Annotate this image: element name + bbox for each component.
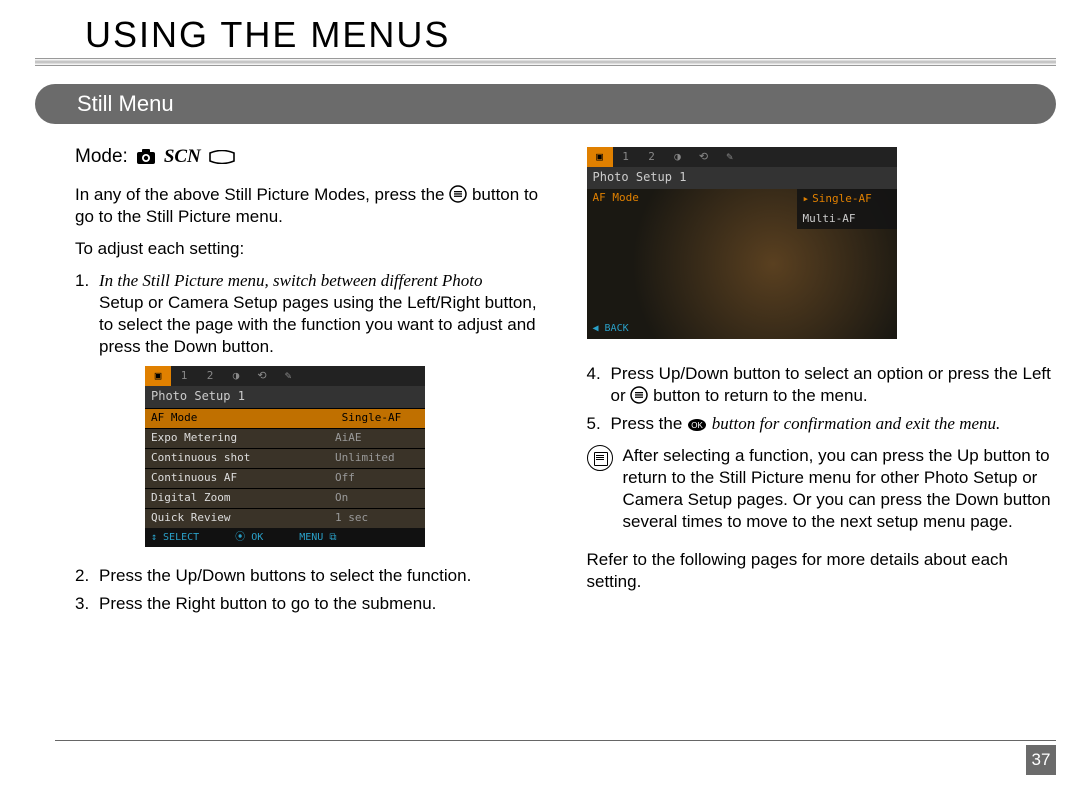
lcd2-tabs: ▣ 1 2 ◑ ⟲ ✎ <box>587 147 897 167</box>
content-columns: Mode: SCN In any of the above Still Pict… <box>75 145 1056 725</box>
step-1-italic: In the Still Picture menu, switch betwee… <box>99 271 483 290</box>
adjust-intro: To adjust each setting: <box>75 238 545 260</box>
lcd1-foot-menu: MENU ⧉ <box>299 531 336 544</box>
refer-text: Refer to the following pages for more de… <box>587 549 1057 593</box>
section-subheader: Still Menu <box>35 84 1056 124</box>
lcd1-tab-set3-icon: ✎ <box>275 366 301 386</box>
lcd-screenshot-1: ▣ 1 2 ◑ ⟲ ✎ Photo Setup 1 AF Mode▸Single… <box>145 366 425 547</box>
lcd1-tab-1: 1 <box>171 366 197 386</box>
lcd1-row: AF Mode▸Single-AF <box>145 408 425 428</box>
footer-rule <box>55 740 1056 741</box>
lcd2-title: Photo Setup 1 <box>587 167 897 189</box>
menu-button-icon <box>449 185 467 203</box>
step-4-text-b: button to return to the menu. <box>653 386 868 405</box>
lcd1-tab-set1-icon: ◑ <box>223 366 249 386</box>
lcd1-tab-camera-icon: ▣ <box>145 366 171 386</box>
lcd1-tab-2: 2 <box>197 366 223 386</box>
left-column: Mode: SCN In any of the above Still Pict… <box>75 145 545 725</box>
lcd-screenshot-2: ▣ 1 2 ◑ ⟲ ✎ Photo Setup 1 AF Mode ▸Singl… <box>587 147 897 339</box>
lcd2-submenu: ▸Single-AFMulti-AF <box>797 189 897 230</box>
intro-text-a: In any of the above Still Picture Modes,… <box>75 185 444 204</box>
lcd1-tab-set2-icon: ⟲ <box>249 366 275 386</box>
mode-line: Mode: SCN <box>75 145 545 170</box>
lcd1-row: Continuous AFOff <box>145 468 425 488</box>
lcd2-tab-set2-icon: ⟲ <box>691 147 717 167</box>
lcd2-tab-set1-icon: ◑ <box>665 147 691 167</box>
note-text: After selecting a function, you can pres… <box>623 445 1057 533</box>
lcd1-row: Quick Review1 sec <box>145 508 425 528</box>
lcd1-row: Continuous shotUnlimited <box>145 448 425 468</box>
lcd2-option: ▸Single-AF <box>797 189 897 209</box>
lcd2-body: AF Mode ▸Single-AFMulti-AF ◀ BACK <box>587 189 897 339</box>
page-title: USING THE MENUS <box>35 10 470 60</box>
camera-icon <box>136 149 156 165</box>
lcd2-tab-set3-icon: ✎ <box>717 147 743 167</box>
lcd1-tabs: ▣ 1 2 ◑ ⟲ ✎ <box>145 366 425 386</box>
step-1-rest: Setup or Camera Setup pages using the Le… <box>99 293 537 356</box>
right-column: ▣ 1 2 ◑ ⟲ ✎ Photo Setup 1 AF Mode ▸Singl… <box>587 145 1057 725</box>
step-1-num: 1. <box>75 270 99 358</box>
lcd2-tab-1: 1 <box>613 147 639 167</box>
lcd1-foot-select: ↕ SELECT <box>151 531 199 544</box>
menu-button-icon <box>630 386 648 404</box>
note-block: After selecting a function, you can pres… <box>587 445 1057 533</box>
step-3-num: 3. <box>75 593 99 615</box>
step-4-num: 4. <box>587 363 611 407</box>
lcd2-back: ◀ BACK <box>593 322 629 335</box>
lcd2-tab-camera-icon: ▣ <box>587 147 613 167</box>
mode-scn-label: SCN <box>164 145 201 170</box>
lcd1-footer: ↕ SELECT ⦿ OK MENU ⧉ <box>145 528 425 547</box>
lcd1-row: Digital ZoomOn <box>145 488 425 508</box>
lcd2-selected-key: AF Mode <box>593 191 639 205</box>
ok-button-icon: OK <box>687 418 707 432</box>
intro-paragraph: In any of the above Still Picture Modes,… <box>75 184 545 228</box>
step-2-num: 2. <box>75 565 99 587</box>
lcd1-title: Photo Setup 1 <box>145 386 425 408</box>
step-5-text-a: Press the <box>611 414 683 433</box>
mode-label: Mode: <box>75 145 128 170</box>
step-5: 5. Press the OK button for confirmation … <box>587 413 1057 435</box>
lcd1-rows: AF Mode▸Single-AFExpo MeteringAiAEContin… <box>145 408 425 528</box>
lcd2-option: Multi-AF <box>797 209 897 229</box>
lcd1-foot-ok: ⦿ OK <box>235 531 263 544</box>
note-icon <box>587 445 613 471</box>
step-3-text: Press the Right button to go to the subm… <box>99 593 436 615</box>
step-5-num: 5. <box>587 413 611 435</box>
subheader-wrap: Still Menu <box>35 84 1056 124</box>
step-3: 3. Press the Right button to go to the s… <box>75 593 545 615</box>
step-2: 2. Press the Up/Down buttons to select t… <box>75 565 545 587</box>
page-number: 37 <box>1026 745 1056 775</box>
lcd2-tab-2: 2 <box>639 147 665 167</box>
step-1-body: In the Still Picture menu, switch betwee… <box>99 270 545 358</box>
panorama-icon <box>209 150 235 164</box>
step-5-italic: button for confirmation and exit the men… <box>712 414 1001 433</box>
svg-text:OK: OK <box>691 421 703 430</box>
step-1: 1. In the Still Picture menu, switch bet… <box>75 270 545 358</box>
step-4: 4. Press Up/Down button to select an opt… <box>587 363 1057 407</box>
lcd1-row: Expo MeteringAiAE <box>145 428 425 448</box>
step-4-body: Press Up/Down button to select an option… <box>611 363 1057 407</box>
step-2-text: Press the Up/Down buttons to select the … <box>99 565 471 587</box>
step-5-body: Press the OK button for confirmation and… <box>611 413 1001 435</box>
